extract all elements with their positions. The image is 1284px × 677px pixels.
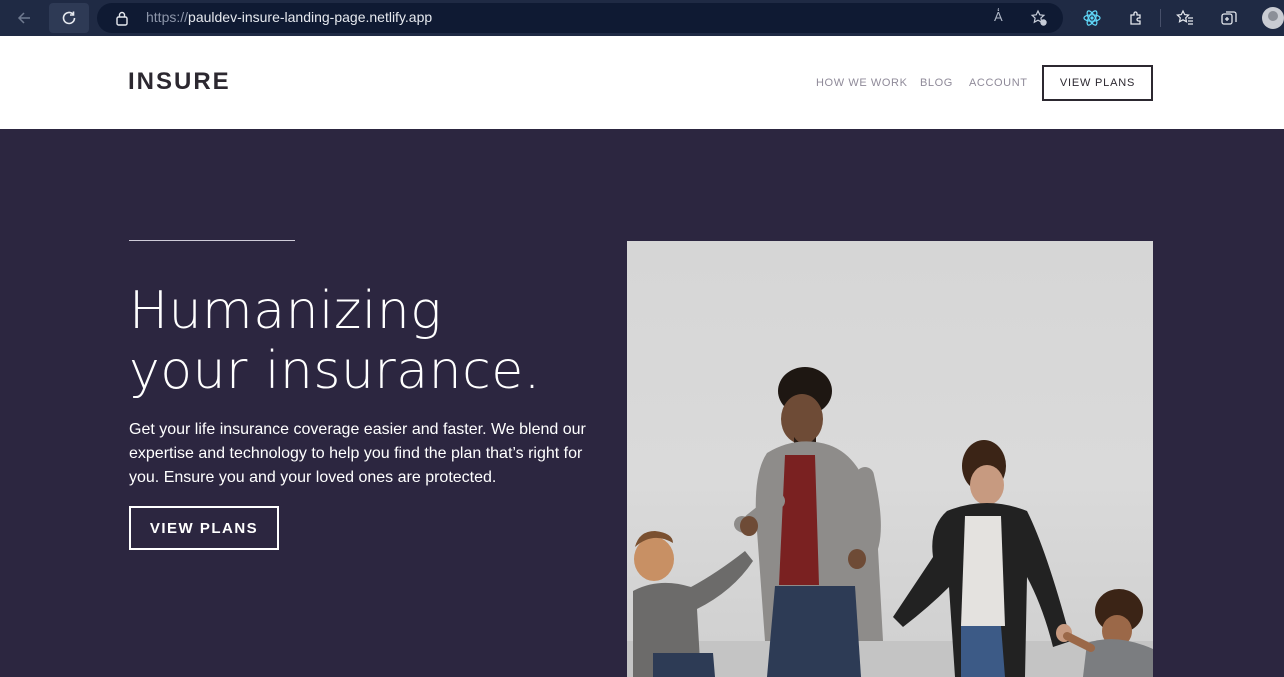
react-devtools-icon[interactable] [1080, 6, 1104, 30]
favorites-icon[interactable] [1173, 6, 1197, 30]
url-text[interactable]: https://pauldev-insure-landing-page.netl… [146, 9, 432, 25]
collections-icon[interactable] [1217, 6, 1241, 30]
family-walking-illustration [627, 367, 1153, 677]
reload-button[interactable] [49, 3, 89, 33]
url-prefix: https:// [146, 9, 189, 25]
lock-icon [116, 11, 128, 26]
profile-avatar[interactable] [1262, 7, 1284, 29]
hero-section: Humanizing your insurance. Get your life… [0, 129, 1284, 677]
hero-title-line-2: your insurance. [129, 341, 541, 401]
browser-toolbar: https://pauldev-insure-landing-page.netl… [0, 0, 1284, 36]
family-photo [627, 241, 1153, 677]
extensions-icon[interactable] [1124, 6, 1148, 30]
hero-title: Humanizing your insurance. [129, 281, 609, 401]
nav-blog[interactable]: BLOG [920, 77, 953, 89]
url-host: pauldev-insure-landing-page.netlify.app [188, 9, 433, 25]
header-view-plans-button[interactable]: VIEW PLANS [1042, 65, 1153, 101]
insure-logo[interactable]: INSURE [128, 68, 231, 96]
nav-account[interactable]: ACCOUNT [969, 77, 1028, 89]
back-button[interactable] [4, 3, 44, 33]
read-aloud-icon[interactable]: A̒ [994, 9, 1003, 24]
hero-divider-line [129, 240, 295, 241]
arrow-left-icon [17, 12, 30, 24]
toolbar-divider [1160, 9, 1161, 27]
man-figure [734, 367, 883, 677]
reload-icon [62, 11, 76, 25]
nav-how-we-work[interactable]: HOW WE WORK [816, 77, 908, 89]
site-header: INSURE HOW WE WORK BLOG ACCOUNT VIEW PLA… [0, 36, 1284, 129]
hero-view-plans-button[interactable]: VIEW PLANS [129, 506, 279, 550]
hero-description: Get your life insurance coverage easier … [129, 421, 586, 486]
favorite-add-icon[interactable] [1030, 9, 1048, 27]
address-bar[interactable]: https://pauldev-insure-landing-page.netl… [97, 3, 1063, 33]
hero-title-line-1: Humanizing [129, 281, 442, 341]
